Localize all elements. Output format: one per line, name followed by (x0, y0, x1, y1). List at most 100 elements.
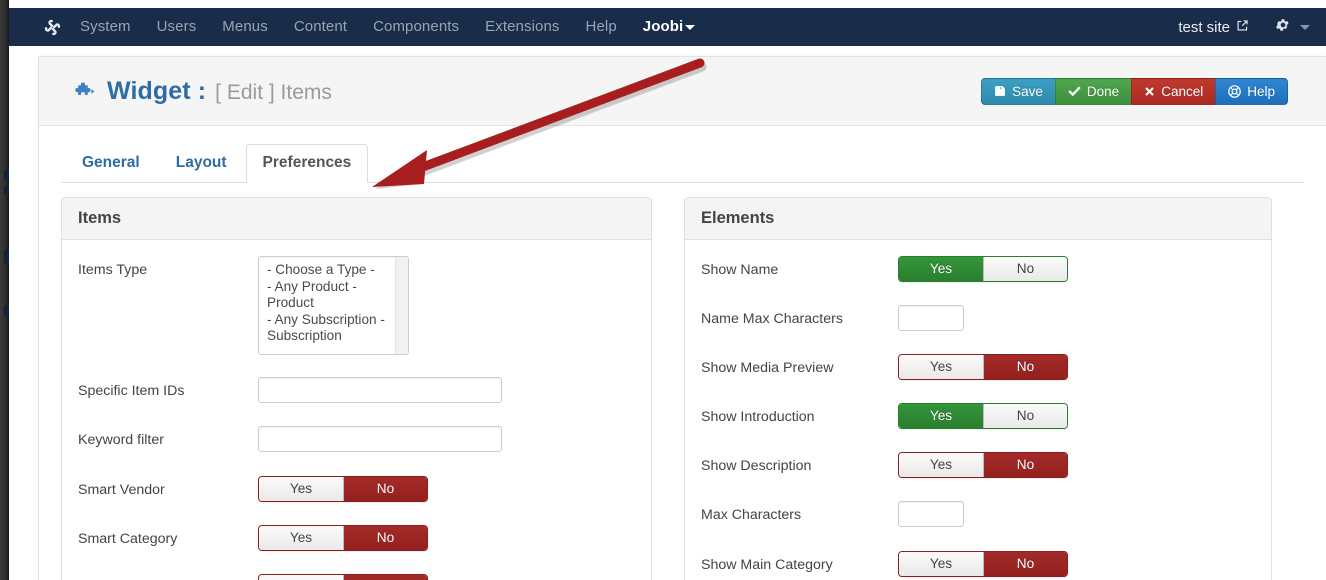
toggle-no-option[interactable]: No (983, 453, 1067, 477)
joomla-icon[interactable] (37, 18, 67, 37)
elements-panel-body: Show Name Yes No Name Max Characters Sho… (685, 240, 1271, 579)
show-main-category-label: Show Main Category (701, 557, 833, 573)
nav-item-joobi-user-menu[interactable]: Joobi (630, 8, 702, 46)
form-row-show-introduction: Show Introduction Yes No (685, 403, 1271, 431)
floppy-disk-icon (994, 85, 1006, 97)
site-preview-link[interactable]: test site (1178, 19, 1249, 36)
form-row-show-description: Show Description Yes No (685, 452, 1271, 480)
nav-item-system[interactable]: System (67, 8, 144, 46)
settings-menu[interactable] (1275, 17, 1310, 38)
nav-item-help[interactable]: Help (573, 8, 630, 46)
listbox-option[interactable]: Product (259, 295, 408, 312)
puzzle-piece-icon (73, 80, 96, 103)
form-row-smart-category: Smart Category Yes No (62, 525, 651, 553)
screen-root: System Users Menus Content Components Ex… (0, 0, 1326, 580)
life-ring-icon (1228, 84, 1242, 98)
nav-item-extensions[interactable]: Extensions (472, 8, 572, 46)
toggle-no-option[interactable]: No (983, 355, 1067, 379)
page-title: Widget : [ Edit ] Items (73, 77, 332, 106)
form-row-name-max-characters: Name Max Characters (685, 305, 1271, 333)
form-row-show-media-preview: Show Media Preview Yes No (685, 354, 1271, 382)
tab-preferences[interactable]: Preferences (245, 144, 369, 183)
navbar-menu: System Users Menus Content Components Ex… (67, 8, 701, 46)
toggle-yes-option[interactable]: Yes (899, 355, 983, 379)
content-card: Widget : [ Edit ] Items Save Done Cancel… (38, 56, 1326, 580)
done-button[interactable]: Done (1054, 77, 1132, 105)
listbox-option[interactable]: Subscription (259, 328, 408, 345)
items-panel-body: Items Type - Choose a Type - - Any Produ… (62, 240, 651, 580)
show-description-label: Show Description (701, 458, 812, 474)
tab-general[interactable]: General (65, 144, 157, 183)
form-row-advance-search: Advance Search Yes No (62, 574, 651, 580)
elements-panel: Elements Show Name Yes No Name Max Chara… (684, 197, 1272, 580)
navbar-right: test site (1178, 17, 1326, 38)
items-type-listbox[interactable]: - Choose a Type - - Any Product - Produc… (258, 256, 409, 355)
form-row-show-main-category: Show Main Category Yes No (685, 551, 1271, 579)
elements-panel-title: Elements (685, 198, 1271, 240)
toggle-no-option[interactable]: No (343, 526, 427, 550)
smart-vendor-toggle[interactable]: Yes No (258, 476, 428, 502)
help-button[interactable]: Help (1215, 77, 1288, 105)
show-media-preview-label: Show Media Preview (701, 360, 834, 376)
show-description-toggle[interactable]: Yes No (898, 452, 1068, 478)
smart-category-label: Smart Category (78, 531, 178, 547)
tab-layout[interactable]: Layout (159, 144, 244, 183)
specific-item-ids-input[interactable] (258, 377, 502, 403)
toggle-no-option[interactable]: No (343, 575, 427, 580)
toggle-yes-option[interactable]: Yes (899, 453, 983, 477)
nav-item-menus[interactable]: Menus (209, 8, 281, 46)
chevron-down-icon (685, 24, 696, 30)
gear-icon (1275, 17, 1291, 38)
toggle-yes-option[interactable]: Yes (259, 477, 343, 501)
left-edge-rail (0, 0, 9, 580)
form-row-smart-vendor: Smart Vendor Yes No (62, 476, 651, 504)
name-max-characters-input[interactable] (898, 305, 964, 331)
help-button-label: Help (1247, 83, 1275, 99)
admin-navbar: System Users Menus Content Components Ex… (9, 8, 1326, 46)
items-panel: Items Items Type - Choose a Type - - Any… (61, 197, 652, 580)
toggle-yes-option[interactable]: Yes (899, 404, 983, 428)
listbox-option[interactable]: - Choose a Type - (259, 262, 408, 279)
advance-search-toggle[interactable]: Yes No (258, 574, 428, 580)
preferences-panels: Items Items Type - Choose a Type - - Any… (39, 183, 1326, 580)
nav-item-components[interactable]: Components (360, 8, 472, 46)
keyword-filter-input[interactable] (258, 426, 502, 452)
show-introduction-toggle[interactable]: Yes No (898, 403, 1068, 429)
toggle-no-option[interactable]: No (983, 257, 1067, 281)
external-link-icon (1236, 19, 1249, 36)
show-media-preview-toggle[interactable]: Yes No (898, 354, 1068, 380)
listbox-scrollbar[interactable] (395, 257, 408, 354)
show-introduction-label: Show Introduction (701, 409, 815, 425)
show-name-label: Show Name (701, 262, 779, 278)
form-row-keyword-filter: Keyword filter (62, 426, 651, 454)
listbox-option[interactable]: - Any Product - (259, 279, 408, 296)
toggle-no-option[interactable]: No (343, 477, 427, 501)
name-max-characters-label: Name Max Characters (701, 311, 843, 327)
save-button-label: Save (1012, 83, 1043, 99)
toggle-yes-option[interactable]: Yes (259, 526, 343, 550)
show-name-toggle[interactable]: Yes No (898, 256, 1068, 282)
page-title-sub: [ Edit ] Items (215, 80, 332, 104)
page-toolbar: Save Done Cancel Help (981, 77, 1288, 105)
site-link-label: test site (1178, 18, 1230, 36)
smart-category-toggle[interactable]: Yes No (258, 525, 428, 551)
show-main-category-toggle[interactable]: Yes No (898, 551, 1068, 577)
toggle-yes-option[interactable]: Yes (259, 575, 343, 580)
toggle-yes-option[interactable]: Yes (899, 552, 983, 576)
toggle-no-option[interactable]: No (983, 404, 1067, 428)
nav-item-users[interactable]: Users (144, 8, 210, 46)
settings-chevron-down-icon (1300, 24, 1310, 30)
max-characters-input[interactable] (898, 501, 964, 527)
smart-vendor-label: Smart Vendor (78, 482, 165, 498)
toggle-yes-option[interactable]: Yes (899, 257, 983, 281)
listbox-option[interactable]: - Any Subscription - (259, 312, 408, 329)
toggle-no-option[interactable]: No (983, 552, 1067, 576)
form-row-specific-item-ids: Specific Item IDs (62, 377, 651, 405)
cancel-button[interactable]: Cancel (1131, 77, 1216, 105)
nav-item-content[interactable]: Content (281, 8, 360, 46)
times-icon (1144, 86, 1155, 97)
keyword-filter-label: Keyword filter (78, 432, 164, 448)
save-button[interactable]: Save (981, 77, 1055, 105)
check-icon (1068, 85, 1081, 97)
form-row-items-type: Items Type - Choose a Type - - Any Produ… (62, 256, 651, 355)
